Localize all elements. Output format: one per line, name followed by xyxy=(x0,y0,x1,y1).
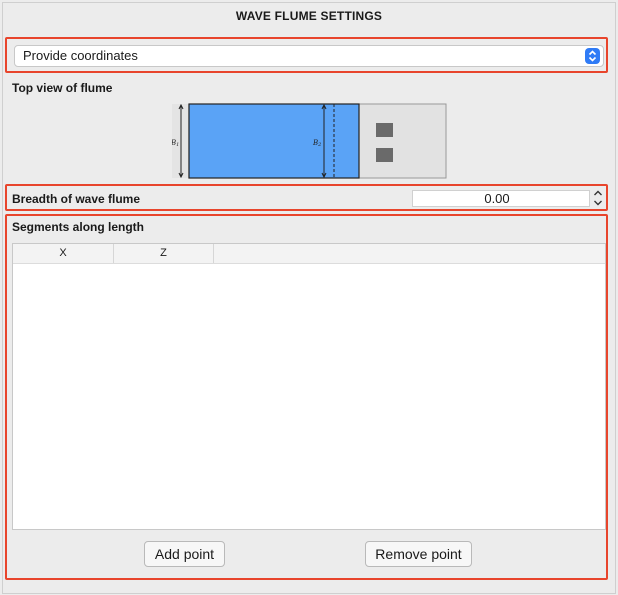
flume-diagram: B1 B2 xyxy=(172,103,447,179)
panel-title: WAVE FLUME SETTINGS xyxy=(235,9,383,23)
breadth-value: 0.00 xyxy=(484,191,510,206)
breadth-input[interactable]: 0.00 xyxy=(412,190,590,207)
column-header-x[interactable]: X xyxy=(13,244,114,263)
block-marker xyxy=(376,148,393,162)
add-point-button[interactable]: Add point xyxy=(144,541,225,567)
segments-label: Segments along length xyxy=(12,220,145,234)
column-header-z[interactable]: Z xyxy=(114,244,214,263)
mode-select-value: Provide coordinates xyxy=(23,48,138,63)
breadth-label: Breadth of wave flume xyxy=(12,192,141,206)
block-marker xyxy=(376,123,393,137)
mode-select[interactable]: Provide coordinates xyxy=(14,45,604,67)
top-view-label: Top view of flume xyxy=(12,81,113,95)
table-header: X Z xyxy=(13,244,605,264)
spinner-arrows-icon[interactable] xyxy=(592,188,604,208)
remove-point-button[interactable]: Remove point xyxy=(365,541,472,567)
chevron-updown-icon[interactable] xyxy=(585,48,600,64)
segments-table[interactable]: X Z xyxy=(12,243,606,530)
